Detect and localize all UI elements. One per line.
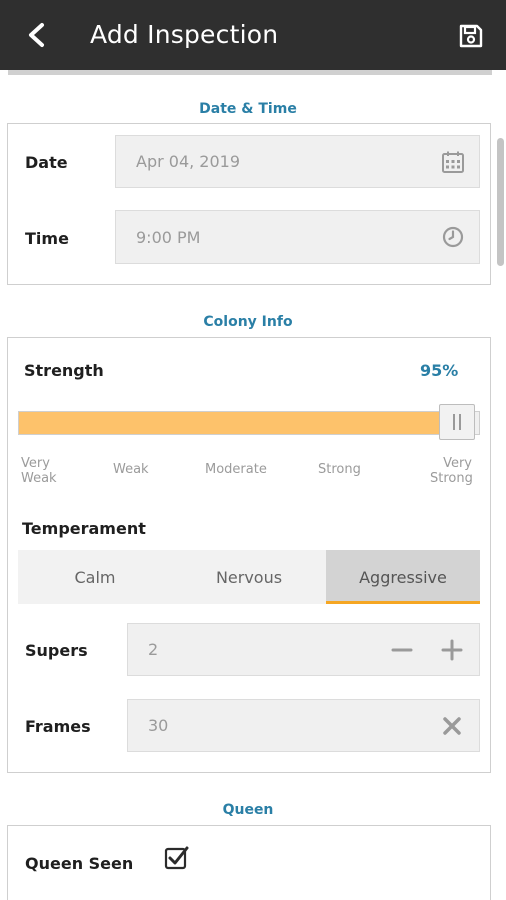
strength-tick-very-weak: Very Weak <box>21 456 57 486</box>
queen-seen-label: Queen Seen <box>25 854 134 873</box>
supers-value[interactable]: 2 <box>148 624 158 675</box>
queen-seen-checkbox[interactable] <box>164 845 190 871</box>
checkbox-checked-icon <box>164 846 189 870</box>
date-field[interactable]: Apr 04, 2019 <box>115 135 480 188</box>
date-value: Apr 04, 2019 <box>136 152 241 171</box>
supers-label: Supers <box>25 641 88 660</box>
back-button[interactable] <box>22 20 50 50</box>
time-label: Time <box>25 229 69 248</box>
strength-tick-weak: Weak <box>113 462 149 477</box>
page-title: Add Inspection <box>90 20 279 49</box>
supers-stepper: 2 <box>127 623 480 676</box>
frames-label: Frames <box>25 717 91 736</box>
strength-slider-fill <box>19 412 458 434</box>
strength-label: Strength <box>24 361 104 380</box>
floppy-disk-icon <box>459 24 483 48</box>
calendar-icon[interactable] <box>441 150 465 174</box>
save-button[interactable] <box>456 21 486 51</box>
time-value: 9:00 PM <box>136 227 201 247</box>
clock-icon[interactable] <box>442 226 464 248</box>
section-title-queen: Queen <box>222 802 274 818</box>
temperament-calm-button[interactable]: Calm <box>18 550 172 604</box>
strength-slider-track[interactable] <box>18 411 480 435</box>
chevron-left-icon <box>29 23 44 47</box>
frames-value: 30 <box>148 716 169 735</box>
divider <box>8 70 492 75</box>
strength-value: 95% <box>420 361 459 380</box>
temperament-aggressive-button[interactable]: Aggressive <box>326 550 480 604</box>
minus-icon[interactable] <box>391 639 413 661</box>
time-field[interactable]: 9:00 PM <box>115 210 480 264</box>
app-bar: Add Inspection <box>0 0 506 70</box>
frames-field[interactable]: 30 <box>127 699 480 752</box>
temperament-nervous-button[interactable]: Nervous <box>172 550 326 604</box>
section-title-date-time: Date & Time <box>199 101 297 117</box>
plus-icon[interactable] <box>441 639 463 661</box>
temperament-segmented-control: Calm Nervous Aggressive <box>18 550 480 604</box>
strength-tick-very-strong: Very Strong <box>430 456 473 486</box>
scrollbar[interactable] <box>497 138 504 266</box>
strength-slider-thumb[interactable] <box>438 404 475 440</box>
clear-icon[interactable] <box>443 716 461 735</box>
section-title-colony-info: Colony Info <box>203 314 293 330</box>
strength-tick-moderate: Moderate <box>205 462 267 477</box>
temperament-label: Temperament <box>22 519 146 538</box>
date-label: Date <box>25 153 68 172</box>
strength-tick-strong: Strong <box>318 462 361 477</box>
